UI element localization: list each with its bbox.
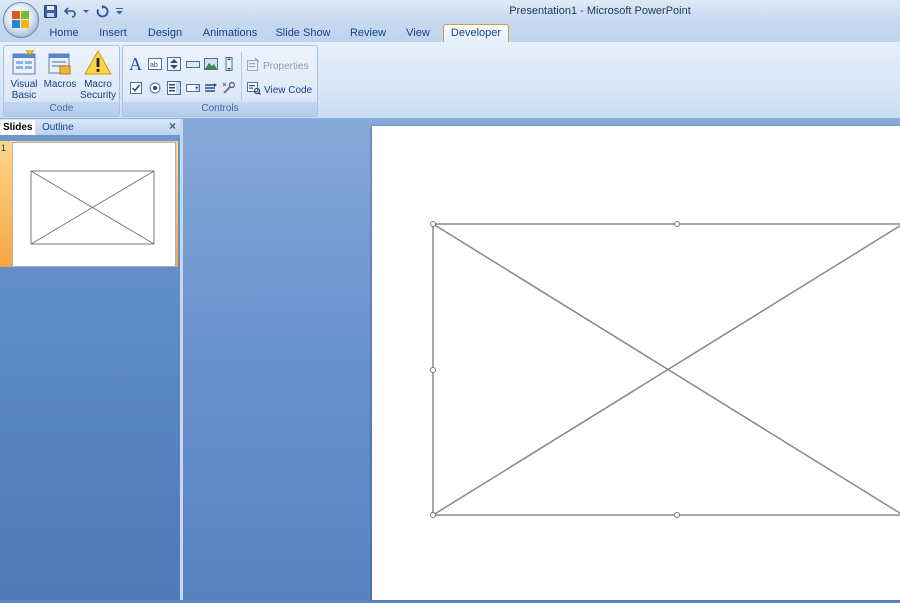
tab-review[interactable]: Review (346, 25, 390, 42)
slide-thumbnail[interactable] (12, 142, 176, 267)
office-logo-icon (12, 11, 30, 29)
code-group-label: Code (4, 102, 119, 116)
controls-group: A ab Properties View Code Controls (122, 45, 318, 117)
tab-home[interactable]: Home (44, 25, 84, 42)
close-pane-icon[interactable]: × (169, 119, 176, 133)
ribbon-tabs: Home Insert Design Animations Slide Show… (0, 23, 900, 43)
placeholder-shape[interactable] (372, 126, 900, 600)
macros-icon (46, 49, 74, 77)
view-code-label: View Code (264, 84, 313, 96)
view-code-icon (247, 82, 261, 98)
ribbon: Visual Basic Macros Macro Security Code … (0, 42, 900, 119)
tab-slides[interactable]: Slides (0, 120, 36, 135)
textbox-control-icon[interactable]: ab (147, 56, 162, 71)
resize-handle-top-left (430, 221, 436, 227)
tab-design[interactable]: Design (144, 25, 186, 42)
view-code-button[interactable]: View Code (247, 82, 312, 98)
resize-handle-top (674, 221, 680, 227)
visual-basic-icon (10, 49, 38, 77)
tab-outline[interactable]: Outline (42, 120, 74, 135)
visual-basic-label-2: Basic (11, 90, 37, 101)
code-group: Visual Basic Macros Macro Security Code (3, 45, 120, 117)
visual-basic-button[interactable]: Visual Basic (7, 49, 41, 101)
macro-security-label-2: Security (79, 90, 117, 101)
tab-insert[interactable]: Insert (93, 25, 133, 42)
tab-view[interactable]: View (401, 25, 435, 42)
macros-label: Macros (43, 79, 77, 90)
slide-number: 1 (1, 143, 7, 153)
window-title: Presentation1 - Microsoft PowerPoint (509, 5, 691, 17)
command-button-control-icon[interactable] (185, 56, 200, 71)
svg-text:A: A (129, 55, 142, 73)
tab-developer[interactable]: Developer (443, 24, 509, 43)
office-button[interactable] (3, 2, 39, 38)
macro-security-label-1: Macro (84, 79, 112, 90)
properties-label: Properties (263, 60, 309, 72)
label-control-icon[interactable]: A (127, 54, 144, 74)
controls-separator (241, 52, 242, 100)
image-control-icon[interactable] (203, 56, 218, 71)
slides-pane-tabs: Slides Outline × (0, 119, 180, 135)
resize-handle-bottom-left (430, 512, 436, 518)
visual-basic-label-1: Visual (10, 79, 38, 90)
tab-slide-show[interactable]: Slide Show (272, 25, 334, 42)
svg-text:ab: ab (150, 62, 158, 69)
slide-canvas[interactable] (372, 126, 900, 600)
title-bar: Presentation1 - Microsoft PowerPoint (0, 0, 900, 23)
properties-button[interactable]: Properties (247, 57, 309, 74)
option-button-control-icon[interactable] (147, 80, 162, 95)
tab-animations[interactable]: Animations (200, 25, 260, 42)
resize-handle-bottom (674, 512, 680, 518)
checkbox-control-icon[interactable] (128, 80, 143, 95)
macro-security-button[interactable]: Macro Security (79, 49, 117, 101)
more-controls-icon[interactable] (221, 80, 236, 95)
toggle-button-control-icon[interactable] (203, 80, 218, 95)
spin-button-control-icon[interactable] (166, 56, 181, 71)
combo-box-control-icon[interactable] (185, 80, 200, 95)
warning-icon (84, 49, 112, 77)
macros-button[interactable]: Macros (43, 49, 77, 90)
scroll-bar-control-icon[interactable] (221, 56, 236, 71)
controls-group-label: Controls (123, 102, 317, 116)
list-box-control-icon[interactable] (166, 80, 181, 95)
properties-icon (247, 57, 260, 74)
resize-handle-left (430, 367, 436, 373)
slides-pane: Slides Outline × 1 (0, 119, 180, 600)
